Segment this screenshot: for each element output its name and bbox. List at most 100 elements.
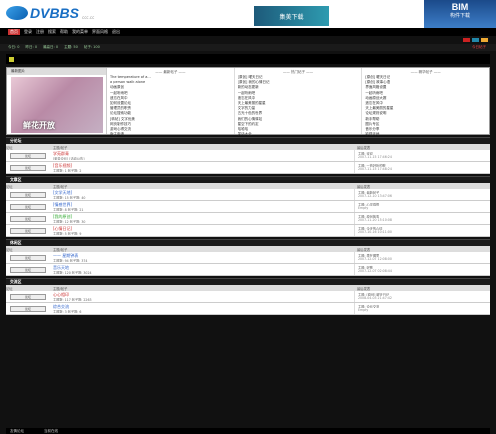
nav-item[interactable]: 登录: [24, 29, 32, 35]
column-header: 主题/帖子: [53, 145, 68, 150]
featured-column: —— 最新帖子 —— The temperature of a... a perso…: [107, 68, 235, 137]
forum-row: 论坛 [心情日记] 主题数: 5 帖子数: 9 主题: 今天的心情 2007-10-16…: [6, 225, 490, 237]
flag-icon[interactable]: [463, 38, 470, 42]
flag-icon[interactable]: [472, 38, 479, 42]
ticker-item: 主题: 50: [64, 45, 78, 49]
ticker-item: 昨日: 0: [25, 45, 38, 49]
featured-caption: 鲜花开放: [23, 121, 55, 130]
forum-sections: 分论坛 论坛 主题/帖子 最后发表 论坛 学苑群青 [紫金论坛] [活动公告] 主题: 欢迎 2…: [0, 137, 496, 315]
ticker-red[interactable]: 今日帖子: [472, 45, 486, 50]
column-header: 最后发表: [357, 184, 371, 189]
forum-info: [情感世界] 主题数: 8 帖子数: 21: [50, 201, 354, 212]
column-header: 论坛: [6, 286, 13, 291]
column-header: 主题/帖子: [53, 184, 68, 189]
forum-info: 学苑群青 [紫金论坛] [活动公告]: [50, 150, 354, 161]
forum-section: 交流区 论坛 主题/帖子 最后发表 论坛 心心相印 主题数: 117 帖子数: 2263 主题…: [6, 278, 490, 315]
top-nav: 首页 登录 注册 搜索 帮助 我的菜单 界面风格 退出: [0, 28, 496, 36]
ad-banner-1-text: 集美下载: [279, 13, 304, 21]
featured-image-panel: 最新图片 鲜花开放: [7, 68, 107, 134]
forum-row: 论坛 [情感世界] 主题数: 8 帖子数: 21 主题: 心灵感悟 Empty: [6, 201, 490, 213]
forum-desc: [紫金论坛] [活动公告]: [53, 157, 85, 160]
last-post: 主题: 一首好听的歌 2007-11-15 17:48:24: [354, 162, 490, 173]
ticker-item: 今日: 0: [8, 45, 20, 49]
site-logo[interactable]: DVBBS ccc.cc: [6, 3, 146, 23]
forum-button[interactable]: 论坛: [10, 216, 46, 222]
forum-info: 音乐天地 主题数: 120 帖子数: 3024: [50, 264, 354, 275]
forum-info: 综合交流 主题数: 3 帖子数: 6: [50, 303, 354, 314]
featured-column: —— 热门帖子 —— [原创] 曜天日记 [原创] 我的心情日记 新的动态更新 一起听雨…: [235, 68, 363, 137]
stats-ticker: 今日: 0 昨日: 0 最高日: 0 主题: 50 帖子: 100 今日帖子: [0, 44, 496, 51]
column-header: 主题/帖子: [53, 247, 68, 252]
forum-info: [心情日记] 主题数: 5 帖子数: 9: [50, 225, 354, 236]
column-header: 最后发表: [357, 145, 371, 150]
forum-desc: 主题数: 120 帖子数: 3024: [53, 271, 92, 274]
last-post: 主题: 最新帖子 2007-12-10 13:47:06: [354, 189, 490, 200]
forum-button[interactable]: 论坛: [10, 192, 46, 198]
page: DVBBS ccc.cc 集美下载 BIM 构件下载 首页 登录 注册 搜索 帮助 我的菜…: [0, 0, 496, 434]
style-flags: [463, 38, 488, 42]
flag-icon[interactable]: [481, 38, 488, 42]
column-header: 主题/帖子: [53, 286, 68, 291]
forum-info: —— 星期钟表 主题数: 94 帖子数: 374: [50, 252, 354, 263]
last-post-date: Empty: [358, 308, 369, 312]
nav-item[interactable]: 帮助: [60, 29, 68, 35]
forum-row: 论坛 心心相印 主题数: 117 帖子数: 2263 主题: [原创] 曜天日记 200…: [6, 291, 490, 303]
section-title[interactable]: 文章区: [6, 176, 490, 183]
nav-item[interactable]: 界面风格: [92, 29, 108, 35]
nav-item[interactable]: 搜索: [48, 29, 56, 35]
last-post-date: 2007-12-07 12:08:00: [358, 257, 392, 261]
nav-item[interactable]: 退出: [112, 29, 120, 35]
featured-column: —— 精华帖子 —— [原创] 曜天日记 [原创] 故事心语 界面风格设置 一起听雨吧动…: [362, 68, 489, 137]
nav-item[interactable]: 首页: [8, 29, 20, 35]
footer-item[interactable]: 友情论坛: [10, 429, 24, 434]
featured-image-header: 最新图片: [7, 68, 106, 75]
site-header: DVBBS ccc.cc 集美下载 BIM 构件下载: [0, 0, 496, 28]
nav-item[interactable]: 我的菜单: [72, 29, 88, 35]
featured-link[interactable]: 版主申请: [110, 132, 231, 137]
ad-banner-1[interactable]: 集美下载: [254, 6, 329, 26]
section-title[interactable]: 分论坛: [6, 137, 490, 144]
forum-button[interactable]: 论坛: [10, 228, 46, 234]
forum-info: [音乐视频] 主题数: 1 帖子数: 2: [50, 162, 354, 173]
forum-section: 休闲区 论坛 主题/帖子 最后发表 论坛 —— 星期钟表 主题数: 94 帖子数: 374 主…: [6, 239, 490, 276]
forum-button[interactable]: 论坛: [10, 153, 46, 159]
forum-info: [我的原创] 主题数: 12 帖子数: 30: [50, 213, 354, 224]
last-post: 主题: 好歌 2007-12-07 02:08:44: [354, 264, 490, 275]
forum-desc: 主题数: 12 帖子数: 30: [53, 220, 86, 223]
column-header: 最后发表: [357, 286, 371, 291]
section-title[interactable]: 休闲区: [6, 239, 490, 246]
forum-row: 论坛 [音乐视频] 主题数: 1 帖子数: 2 主题: 一首好听的歌 2007-11-1…: [6, 162, 490, 174]
footer-bar: 友情论坛 当前在线: [6, 428, 490, 434]
ad-banner-2[interactable]: BIM 构件下载: [424, 0, 496, 28]
forum-row: 论坛 [文学天地] 主题数: 15 帖子数: 40 主题: 最新帖子 2007-12-1…: [6, 189, 490, 201]
nav-item[interactable]: 注册: [36, 29, 44, 35]
last-post: 主题: 原创故事 2007-11-20 15:10:08: [354, 213, 490, 224]
forum-desc: 主题数: 8 帖子数: 21: [53, 208, 84, 211]
forum-button[interactable]: 论坛: [10, 267, 46, 273]
forum-section: 文章区 论坛 主题/帖子 最后发表 论坛 [文学天地] 主题数: 15 帖子数: 40 主题:…: [6, 176, 490, 237]
footer-item[interactable]: 当前在线: [44, 429, 58, 434]
forum-button[interactable]: 论坛: [10, 204, 46, 210]
ad-banner-2-sub: 构件下载: [449, 13, 470, 19]
forum-section: 分论坛 论坛 主题/帖子 最后发表 论坛 学苑群青 [紫金论坛] [活动公告] 主题: 欢迎 2…: [6, 137, 490, 174]
last-post: 主题: 心灵感悟 Empty: [354, 201, 490, 212]
last-post-date: 2007-11-15 17:48:24: [358, 167, 392, 171]
last-post: 主题: 论坛交流 Empty: [354, 303, 490, 314]
forum-desc: 主题数: 117 帖子数: 2263: [53, 298, 92, 301]
forum-button[interactable]: 论坛: [10, 294, 46, 300]
featured-image[interactable]: 鲜花开放: [11, 77, 103, 133]
announce-icon: [9, 56, 14, 62]
forum-button[interactable]: 论坛: [10, 165, 46, 171]
forum-button[interactable]: 论坛: [10, 306, 46, 312]
column-header: 论坛: [6, 247, 13, 252]
featured-link[interactable]: 笑话大全: [238, 132, 359, 137]
forum-desc: 主题数: 94 帖子数: 374: [53, 259, 88, 262]
section-title[interactable]: 交流区: [6, 278, 490, 285]
forum-button[interactable]: 论坛: [10, 255, 46, 261]
forum-row: 论坛 音乐天地 主题数: 120 帖子数: 3024 主题: 好歌 2007-12-07…: [6, 264, 490, 276]
ticker-item: 最高日: 0: [43, 45, 59, 49]
featured-block: 最新图片 鲜花开放 —— 最新帖子 —— The temperature of a…: [6, 67, 490, 137]
column-header: 论坛: [6, 184, 13, 189]
forum-desc: 主题数: 5 帖子数: 9: [53, 232, 82, 235]
featured-link[interactable]: 影视天地: [365, 132, 486, 137]
